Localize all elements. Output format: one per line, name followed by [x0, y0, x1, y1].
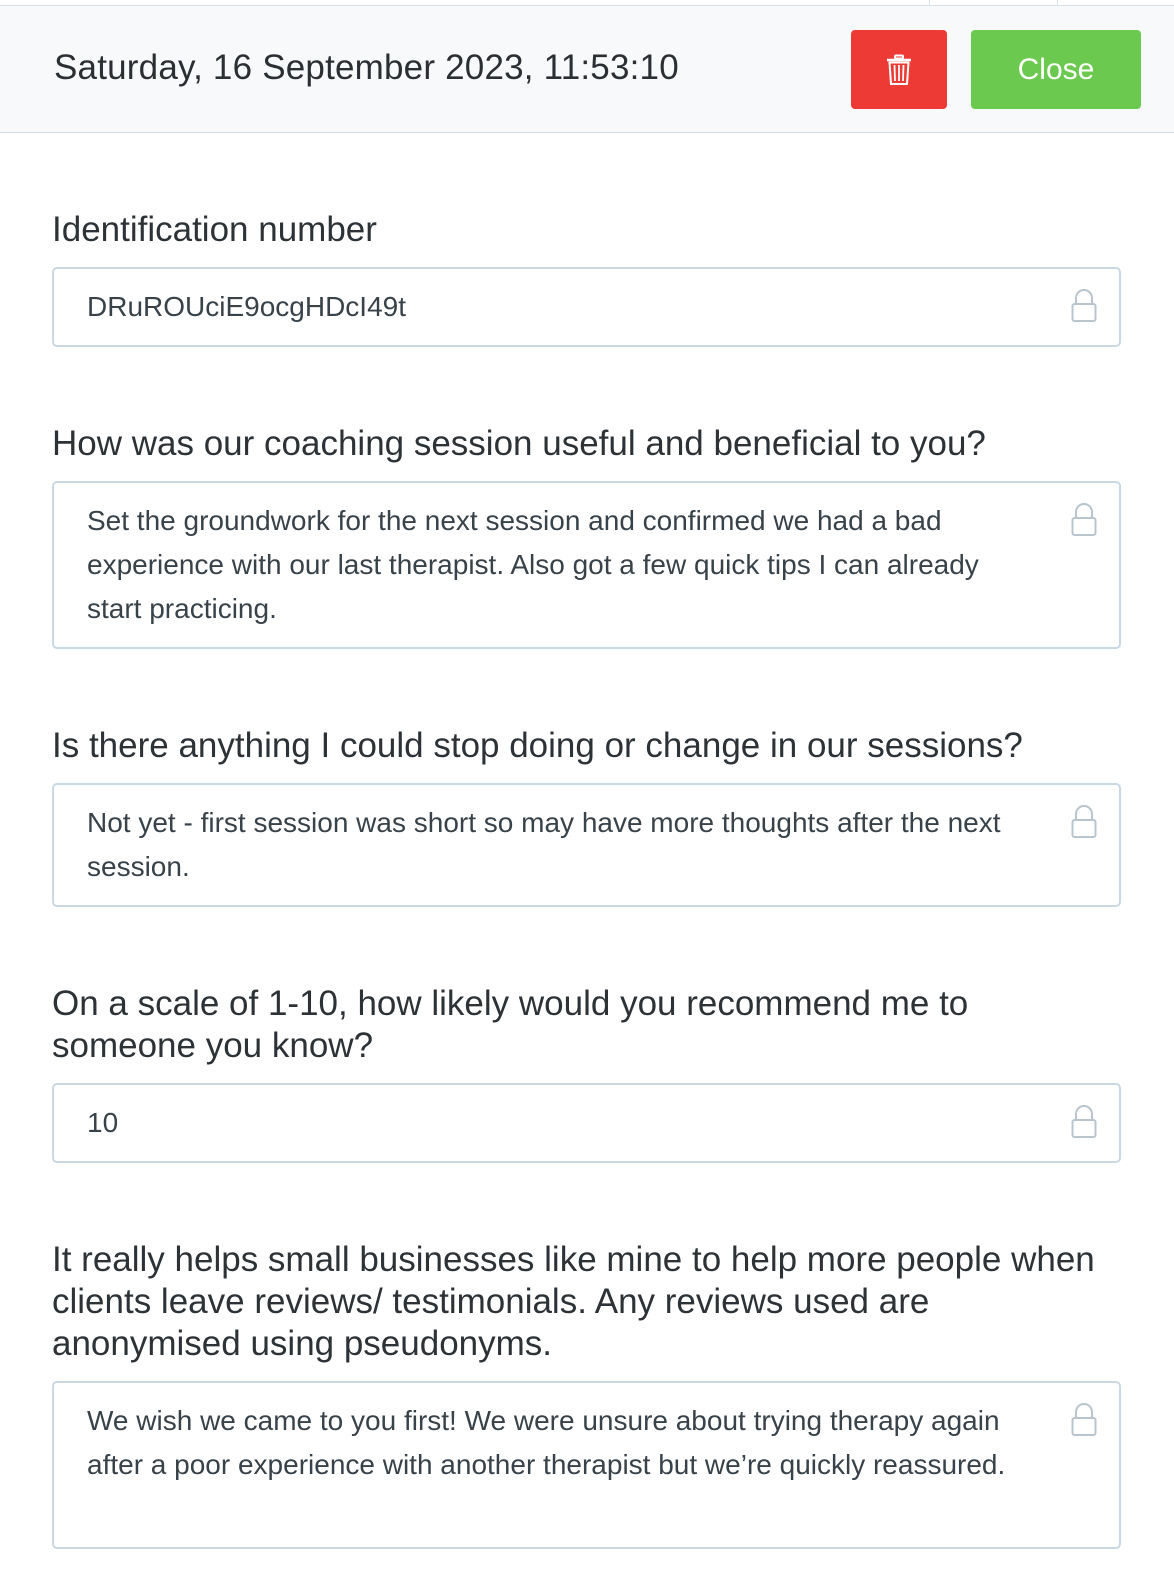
field-value: 10: [87, 1107, 119, 1138]
recommend-scale-input[interactable]: 10: [52, 1083, 1121, 1163]
trash-icon: [887, 54, 911, 85]
useful-beneficial-textarea[interactable]: Set the groundwork for the next session …: [52, 481, 1121, 649]
field-label: Identification number: [52, 210, 377, 249]
field-label: On a scale of 1-10, how likely would you…: [52, 984, 969, 1065]
stop-or-change-textarea[interactable]: Not yet - first session was short so may…: [52, 783, 1121, 907]
field-value: We wish we came to you first! We were un…: [87, 1405, 1006, 1480]
identification-number-input[interactable]: DRuROUciE9ocgHDcI49t: [52, 267, 1121, 347]
field-value: DRuROUciE9ocgHDcI49t: [87, 291, 406, 322]
lock-icon: [1071, 805, 1097, 838]
field-label: It really helps small businesses like mi…: [52, 1240, 1095, 1363]
lock-icon: [1071, 503, 1097, 536]
field-useful-beneficial: How was our coaching session useful and …: [52, 423, 1122, 649]
field-label: Is there anything I could stop doing or …: [52, 726, 1023, 765]
field-recommend-scale: On a scale of 1-10, how likely would you…: [52, 983, 1122, 1163]
field-stop-or-change: Is there anything I could stop doing or …: [52, 725, 1122, 907]
lock-icon: [1071, 289, 1097, 322]
reviews-testimonial-textarea[interactable]: We wish we came to you first! We were un…: [52, 1381, 1121, 1549]
close-button[interactable]: Close: [971, 30, 1141, 109]
lock-icon: [1071, 1403, 1097, 1436]
field-label: How was our coaching session useful and …: [52, 424, 986, 463]
lock-icon: [1071, 1105, 1097, 1138]
entry-datetime: Saturday, 16 September 2023, 11:53:10: [54, 48, 679, 87]
field-value: Set the groundwork for the next session …: [87, 505, 979, 624]
field-reviews-testimonial: It really helps small businesses like mi…: [52, 1239, 1122, 1549]
entry-header: Saturday, 16 September 2023, 11:53:10 Cl…: [0, 6, 1174, 133]
field-value: Not yet - first session was short so may…: [87, 807, 1001, 882]
delete-button[interactable]: [851, 30, 947, 109]
field-identification-number: Identification number DRuROUciE9ocgHDcI4…: [52, 209, 1122, 347]
